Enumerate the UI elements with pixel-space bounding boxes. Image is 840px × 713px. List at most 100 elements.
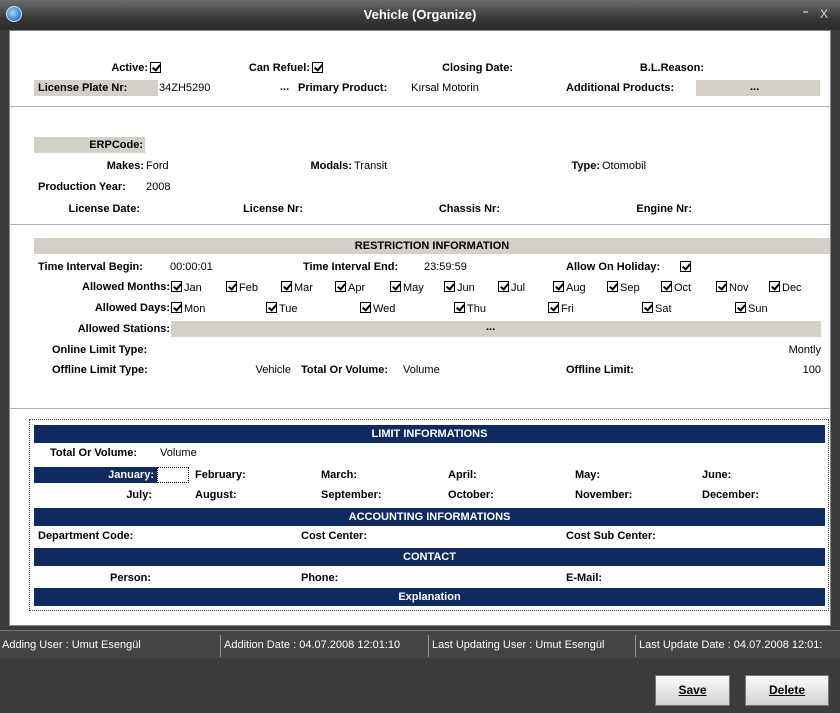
vehicle-window: Vehicle (Organize) ⁼ X Active: Can Refue… <box>0 0 840 713</box>
allow-holiday-label: Allow On Holiday: <box>566 261 661 273</box>
production-year-label: Production Year: <box>38 181 126 193</box>
divider <box>10 224 830 225</box>
restriction-header: RESTRICTION INFORMATION <box>34 238 830 254</box>
checkbox-box[interactable] <box>171 302 182 313</box>
total-or-volume-value[interactable]: Volume <box>403 363 440 377</box>
allowed-stations-button[interactable]: ... <box>486 320 495 334</box>
month-checkbox-12[interactable]: Dec <box>769 281 802 295</box>
checkbox-box[interactable] <box>226 281 237 292</box>
offline-limit-type-value[interactable]: Vehicle <box>210 363 291 377</box>
checkbox-box[interactable] <box>642 302 653 313</box>
bl-reason-label: B.L.Reason: <box>639 62 704 74</box>
primary-product-value[interactable]: Kırsal Motorin <box>411 81 479 95</box>
cost-sub-center-label: Cost Sub Center: <box>566 530 656 542</box>
month-checkbox-8[interactable]: Aug <box>553 281 586 295</box>
month-checkbox-11[interactable]: Nov <box>716 281 749 295</box>
day-label: Tue <box>279 303 298 315</box>
day-checkbox-7[interactable]: Sun <box>735 302 768 316</box>
checkbox-box[interactable] <box>661 281 672 292</box>
limit-month-label: April: <box>448 469 477 481</box>
can-refuel-label: Can Refuel: <box>248 62 310 74</box>
checkbox-box[interactable] <box>390 281 401 292</box>
month-checkbox-9[interactable]: Sep <box>607 281 640 295</box>
offline-limit-type-label: Offline Limit Type: <box>52 364 148 376</box>
checkbox-box[interactable] <box>735 302 746 313</box>
license-plate-lookup-button[interactable]: ... <box>280 80 289 94</box>
checkbox-box[interactable] <box>553 281 564 292</box>
day-checkbox-4[interactable]: Thu <box>454 302 486 316</box>
time-begin-label: Time Interval Begin: <box>38 261 143 273</box>
month-label: Oct <box>674 282 692 294</box>
checkbox-box[interactable] <box>769 281 780 292</box>
checkbox-box[interactable] <box>266 302 277 313</box>
offline-limit-value[interactable]: 100 <box>750 363 821 377</box>
checkbox-box[interactable] <box>360 302 371 313</box>
month-checkbox-2[interactable]: Feb <box>226 281 258 295</box>
allowed-stations-field[interactable] <box>171 321 821 337</box>
save-button-label: Save <box>678 683 707 697</box>
status-separator <box>220 635 221 657</box>
month-checkbox-3[interactable]: Mar <box>281 281 313 295</box>
license-plate-value[interactable]: 34ZH5290 <box>159 81 210 95</box>
delete-button[interactable]: Delete <box>745 675 829 706</box>
online-limit-type-label: Online Limit Type: <box>52 344 148 356</box>
checkbox-box[interactable] <box>444 281 455 292</box>
last-updating-user-status: Last Updating User : Umut Esengül <box>432 639 605 651</box>
last-update-date-status: Last Update Date : 04.07.2008 12:01: <box>639 639 823 651</box>
month-checkbox-1[interactable]: Jan <box>171 281 202 295</box>
checkbox-box[interactable] <box>335 281 346 292</box>
online-limit-type-value[interactable]: Montly <box>710 343 821 357</box>
production-year-value: 2008 <box>146 181 171 193</box>
time-end-value[interactable]: 23:59:59 <box>424 260 467 274</box>
checkbox-box[interactable] <box>548 302 559 313</box>
limit-month-input[interactable] <box>157 467 189 483</box>
month-label: Dec <box>782 282 802 294</box>
window-controls[interactable]: ⁼ X <box>802 7 832 21</box>
checkbox-box[interactable] <box>281 281 292 292</box>
month-checkbox-4[interactable]: Apr <box>335 281 365 295</box>
additional-products-button[interactable]: ... <box>750 80 759 94</box>
delete-button-label: Delete <box>768 683 806 697</box>
active-label: Active: <box>111 62 148 74</box>
checkbox-box[interactable] <box>171 281 182 292</box>
checkbox-box[interactable] <box>607 281 618 292</box>
type-value: Otomobil <box>602 160 647 172</box>
limit-month-label: May: <box>575 469 601 481</box>
month-label: Apr <box>348 282 366 294</box>
allow-holiday-checkbox[interactable] <box>680 261 693 275</box>
month-checkbox-6[interactable]: Jun <box>444 281 475 295</box>
month-checkbox-10[interactable]: Oct <box>661 281 691 295</box>
month-label: Sep <box>620 282 640 294</box>
day-label: Sun <box>748 303 768 315</box>
checkbox-box[interactable] <box>498 281 509 292</box>
checkbox-box[interactable] <box>716 281 727 292</box>
makes-value: Ford <box>146 160 169 172</box>
month-label: Aug <box>566 282 586 294</box>
day-checkbox-2[interactable]: Tue <box>266 302 298 316</box>
form-panel: Active: Can Refuel: Closing Date: B.L.Re… <box>9 30 831 626</box>
limit-tov-value[interactable]: Volume <box>160 446 197 460</box>
time-begin-value[interactable]: 00:00:01 <box>170 260 213 274</box>
time-end-label: Time Interval End: <box>303 261 399 273</box>
day-checkbox-1[interactable]: Mon <box>171 302 205 316</box>
month-label: Feb <box>239 282 258 294</box>
save-button[interactable]: Save <box>655 675 730 706</box>
makes-label: Makes: <box>106 160 144 172</box>
active-checkbox[interactable] <box>150 62 163 76</box>
title-bar[interactable]: Vehicle (Organize) ⁼ X <box>0 0 840 30</box>
month-label: Jan <box>184 282 202 294</box>
month-label: Jun <box>457 282 475 294</box>
total-or-volume-label: Total Or Volume: <box>301 364 388 376</box>
month-checkbox-5[interactable]: May <box>390 281 424 295</box>
limit-month-label: September: <box>321 489 382 501</box>
modals-value: Transit <box>354 160 388 172</box>
status-separator <box>428 635 429 657</box>
day-checkbox-5[interactable]: Fri <box>548 302 574 316</box>
day-checkbox-6[interactable]: Sat <box>642 302 672 316</box>
checkbox-box[interactable] <box>454 302 465 313</box>
month-checkbox-7[interactable]: Jul <box>498 281 525 295</box>
day-checkbox-3[interactable]: Wed <box>360 302 395 316</box>
offline-limit-label: Offline Limit: <box>566 364 634 376</box>
month-label: Jul <box>511 282 526 294</box>
can-refuel-checkbox[interactable] <box>312 62 325 76</box>
